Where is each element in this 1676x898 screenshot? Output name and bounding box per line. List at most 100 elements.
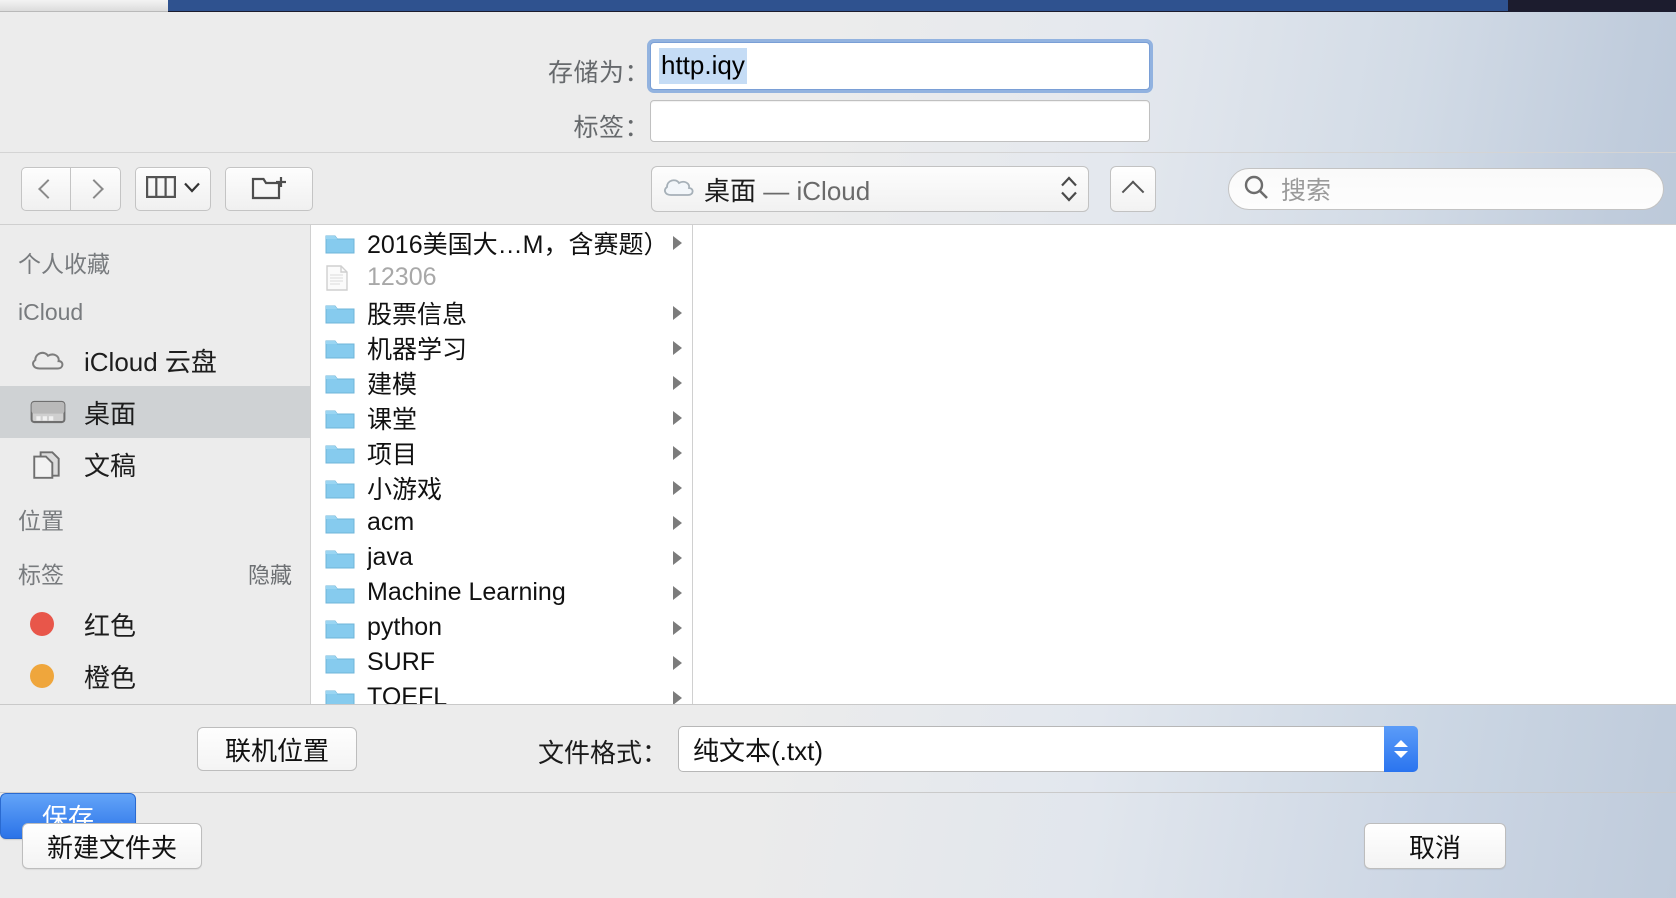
sidebar-section-title: 标签 xyxy=(18,562,64,588)
back-button[interactable] xyxy=(21,167,71,211)
chevron-down-icon xyxy=(184,180,200,198)
path-stepper-icon xyxy=(1060,176,1078,202)
disclosure-arrow-icon xyxy=(673,340,682,355)
sidebar-item-label: 橙色 xyxy=(84,662,137,693)
format-bar: 联机位置 文件格式： 纯文本(.txt) xyxy=(0,704,1676,792)
save-dialog-header: 存储为： http.iqy 标签： xyxy=(0,12,1676,152)
chevron-left-icon xyxy=(38,179,58,199)
cancel-button[interactable]: 取消 xyxy=(1364,823,1506,869)
sidebar-section-header: iCloud xyxy=(0,287,310,334)
file-list-row[interactable]: 小游戏 xyxy=(311,470,692,505)
folder-icon xyxy=(325,581,355,605)
file-list-row[interactable]: 建模 xyxy=(311,365,692,400)
search-placeholder: 搜索 xyxy=(1281,177,1332,205)
document-icon xyxy=(325,264,355,292)
search-input[interactable]: 搜索 xyxy=(1228,168,1664,210)
sidebar-section-action[interactable]: 隐藏 xyxy=(248,558,292,590)
sidebar-item[interactable]: 文稿 xyxy=(0,438,310,490)
file-browser-toolbar: 桌面 — iCloud 搜索 xyxy=(0,152,1676,224)
disclosure-arrow-icon xyxy=(673,305,682,320)
file-list-row[interactable]: 项目 xyxy=(311,435,692,470)
path-location-text: 桌面 — iCloud xyxy=(704,171,870,208)
file-list-row-name: 机器学习 xyxy=(367,335,468,364)
backdrop-app-titlebar xyxy=(168,0,1508,11)
column-view-icon xyxy=(145,175,177,203)
chevron-up-icon xyxy=(1394,740,1408,747)
sidebar-item-label: 红色 xyxy=(84,610,137,641)
file-list-column[interactable]: 2016美国大…M，含赛题） 12306 股票信息机器学习建模 课堂 项目小游戏 acm j… xyxy=(311,225,693,704)
file-list-row[interactable]: python xyxy=(311,610,692,645)
file-format-popup[interactable]: 纯文本(.txt) xyxy=(678,726,1418,772)
desktop-icon xyxy=(30,399,70,425)
tag-dot xyxy=(30,664,70,688)
search-icon xyxy=(1243,174,1269,205)
new-folder-button[interactable]: 新建文件夹 xyxy=(22,823,202,869)
sidebar: 个人收藏 iCloud iCloud 云盘 桌面 文稿 位置 标签 隐藏 红色 橙色 xyxy=(0,225,311,704)
file-list-row[interactable]: SURF xyxy=(311,645,692,680)
folder-icon xyxy=(325,511,355,535)
file-list-row[interactable]: TOEFL xyxy=(311,680,692,704)
sidebar-item[interactable]: 桌面 xyxy=(0,386,310,438)
file-list-row[interactable]: 课堂 xyxy=(311,400,692,435)
filename-value: http.iqy xyxy=(659,48,747,84)
path-location-name: iCloud xyxy=(796,175,871,206)
file-list-row[interactable]: 机器学习 xyxy=(311,330,692,365)
sidebar-item[interactable]: iCloud 云盘 xyxy=(0,334,310,386)
sidebar-item-label: 桌面 xyxy=(84,398,137,429)
save-dialog-sheet: 存储为： http.iqy 标签： 桌面 — iCloud 搜索 个人收藏 iC… xyxy=(0,12,1676,898)
folder-icon xyxy=(325,686,355,704)
path-location-popup[interactable]: 桌面 — iCloud xyxy=(651,166,1089,212)
action-bar: 新建文件夹 取消 保存 xyxy=(0,792,1676,898)
folder-icon xyxy=(325,616,355,640)
tag-dot xyxy=(30,612,70,636)
filename-input[interactable]: http.iqy xyxy=(650,42,1150,90)
documents-icon xyxy=(30,449,70,479)
new-folder-toolbar-button[interactable] xyxy=(225,167,313,211)
disclosure-arrow-icon xyxy=(673,515,682,530)
disclosure-arrow-icon xyxy=(673,480,682,495)
file-list-row-name: 小游戏 xyxy=(367,475,443,504)
file-list-row[interactable]: Machine Learning xyxy=(311,575,692,610)
file-list-row[interactable]: 股票信息 xyxy=(311,295,692,330)
folder-icon xyxy=(325,371,355,395)
sidebar-item[interactable]: 橙色 xyxy=(0,650,310,702)
file-list-row-name: java xyxy=(367,543,413,571)
online-locations-button[interactable]: 联机位置 xyxy=(197,727,357,771)
sidebar-section-header: 标签 隐藏 xyxy=(0,544,310,598)
file-list-row[interactable]: 12306 xyxy=(311,260,692,295)
collapse-sheet-button[interactable] xyxy=(1110,166,1156,212)
sidebar-item[interactable]: 红色 xyxy=(0,598,310,650)
file-list-row-name: 股票信息 xyxy=(367,300,468,329)
sidebar-item-label: iCloud 云盘 xyxy=(84,346,217,377)
file-list-row-name: TOEFL xyxy=(367,683,448,704)
sidebar-section-title: 位置 xyxy=(18,508,64,534)
folder-icon xyxy=(325,441,355,465)
disclosure-arrow-icon xyxy=(673,410,682,425)
forward-button[interactable] xyxy=(71,167,121,211)
view-mode-button[interactable] xyxy=(135,167,211,211)
file-list-row-name: 建模 xyxy=(367,370,418,399)
file-list-row[interactable]: acm xyxy=(311,505,692,540)
file-list-row-name: acm xyxy=(367,508,415,536)
folder-icon xyxy=(325,336,355,360)
file-list-row-name: python xyxy=(367,613,443,641)
tags-input[interactable] xyxy=(650,100,1150,142)
new-folder-icon xyxy=(251,173,287,206)
folder-icon xyxy=(325,301,355,325)
preview-pane xyxy=(693,225,1676,704)
chevron-up-icon xyxy=(1121,180,1145,204)
folder-icon xyxy=(325,231,355,255)
file-list-row[interactable]: java xyxy=(311,540,692,575)
disclosure-arrow-icon xyxy=(673,445,682,460)
sidebar-section-title: iCloud xyxy=(18,299,84,325)
file-format-stepper[interactable] xyxy=(1384,726,1418,772)
disclosure-arrow-icon xyxy=(673,655,682,670)
disclosure-arrow-icon xyxy=(673,620,682,635)
file-list-row-name: 2016美国大…M，含赛题） xyxy=(367,230,669,259)
backdrop-app-toolbar-fragment xyxy=(0,0,168,12)
cloud-icon xyxy=(662,176,696,203)
file-list-row[interactable]: 2016美国大…M，含赛题） xyxy=(311,225,692,260)
chevron-down-icon xyxy=(1394,751,1408,758)
folder-icon xyxy=(325,406,355,430)
disclosure-arrow-icon xyxy=(673,375,682,390)
